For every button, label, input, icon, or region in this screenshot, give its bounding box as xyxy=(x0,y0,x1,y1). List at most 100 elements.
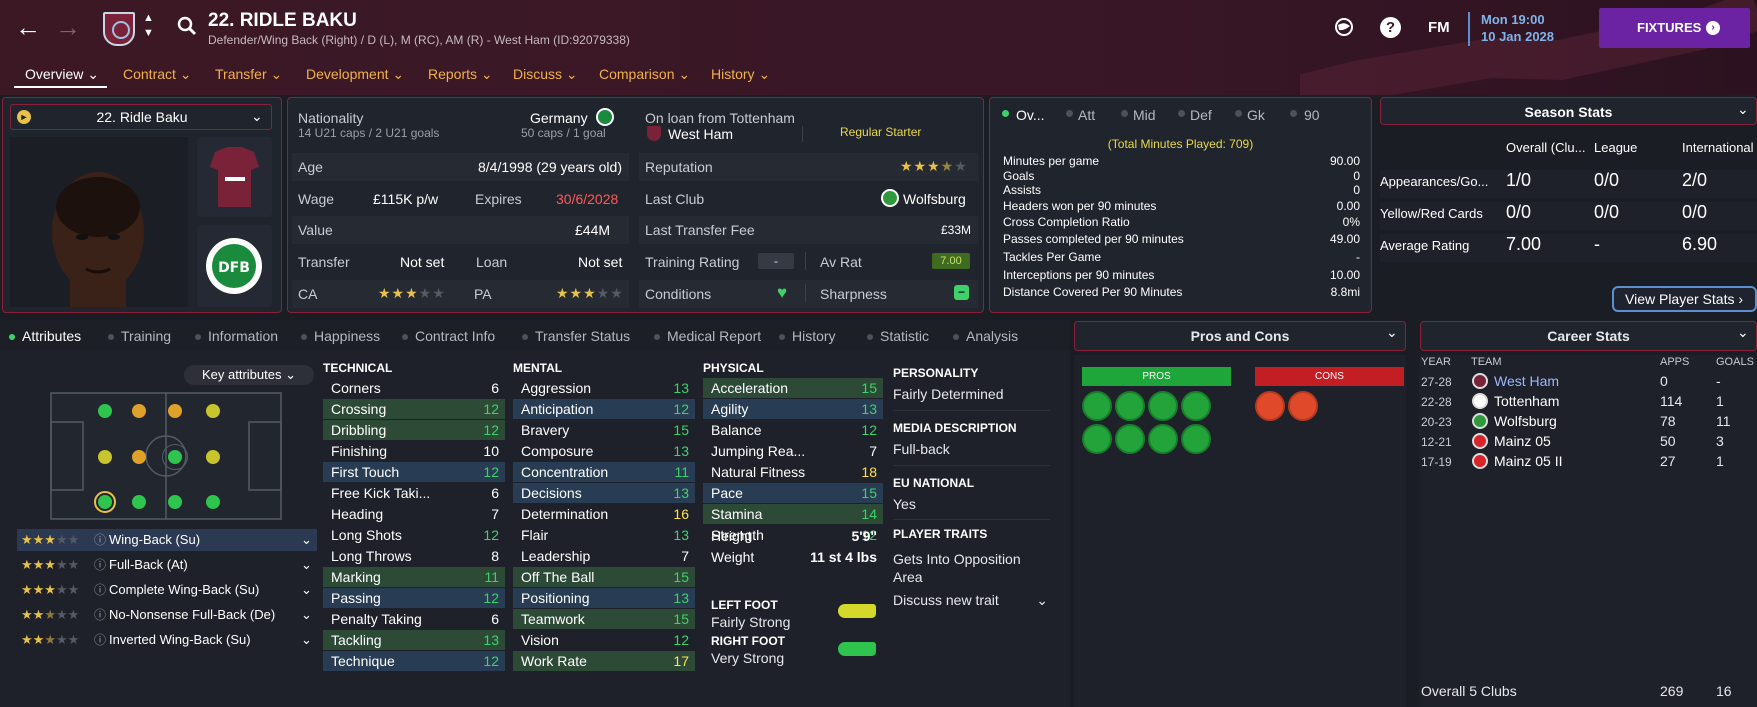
tab-attributes[interactable]: Attributes xyxy=(22,328,81,344)
chevron-up-icon[interactable]: ▲ xyxy=(143,13,154,24)
attribute-row[interactable]: Concentration 11 xyxy=(513,462,695,482)
attribute-row[interactable]: Determination 16 xyxy=(513,504,695,524)
menu-contract[interactable]: Contract ⌄ xyxy=(123,66,192,83)
tab-information[interactable]: Information xyxy=(208,328,278,344)
tab-history[interactable]: History xyxy=(792,328,836,344)
transfer-value[interactable]: Not set xyxy=(400,254,444,270)
nationality-value[interactable]: Germany xyxy=(530,110,588,126)
menu-development[interactable]: Development ⌄ xyxy=(306,66,404,83)
attribute-row[interactable]: Flair 13 xyxy=(513,525,695,545)
back-arrow-icon[interactable]: ← xyxy=(15,12,41,42)
attribute-row[interactable]: Work Rate 17 xyxy=(513,651,695,671)
target-icon[interactable] xyxy=(1082,424,1112,454)
tab-mid[interactable]: Mid xyxy=(1133,107,1156,123)
career-team[interactable]: Wolfsburg xyxy=(1494,413,1557,429)
attribute-row[interactable]: Passing 12 xyxy=(323,588,505,608)
position-dot[interactable] xyxy=(168,495,182,509)
ball-icon[interactable] xyxy=(1181,391,1211,421)
position-dot[interactable] xyxy=(168,404,182,418)
boots-icon[interactable] xyxy=(1148,424,1178,454)
position-dot[interactable] xyxy=(98,450,112,464)
globe-icon[interactable] xyxy=(1334,17,1354,37)
tab-def[interactable]: Def xyxy=(1190,107,1212,123)
tab-overview[interactable]: Ov... xyxy=(1016,107,1045,123)
attribute-row[interactable]: Pace 15 xyxy=(703,483,883,503)
loan-status-value[interactable]: Not set xyxy=(578,254,622,270)
tab-90[interactable]: 90 xyxy=(1304,107,1320,123)
career-team[interactable]: West Ham xyxy=(1494,373,1559,389)
attribute-row[interactable]: Natural Fitness 18 xyxy=(703,462,883,482)
attribute-row[interactable]: Long Throws 8 xyxy=(323,546,505,566)
attribute-row[interactable]: Crossing 12 xyxy=(323,399,505,419)
tab-att[interactable]: Att xyxy=(1078,107,1095,123)
attribute-row[interactable]: Positioning 13 xyxy=(513,588,695,608)
position-dot[interactable] xyxy=(206,495,220,509)
menu-discuss[interactable]: Discuss ⌄ xyxy=(513,66,578,83)
attribute-row[interactable]: Finishing 10 xyxy=(323,441,505,461)
attribute-row[interactable]: Agility 13 xyxy=(703,399,883,419)
career-team[interactable]: Mainz 05 xyxy=(1494,433,1551,449)
attribute-row[interactable]: Free Kick Taki... 6 xyxy=(323,483,505,503)
role-item[interactable]: ★★★★★ ⓘ Full-Back (At) ⌄ xyxy=(17,554,317,576)
attribute-row[interactable]: Stamina 14 xyxy=(703,504,883,524)
tab-analysis[interactable]: Analysis xyxy=(966,328,1018,344)
star-icon[interactable] xyxy=(1148,391,1178,421)
attribute-row[interactable]: Acceleration 15 xyxy=(703,378,883,398)
menu-comparison[interactable]: Comparison ⌄ xyxy=(599,66,690,83)
tab-training[interactable]: Training xyxy=(121,328,171,344)
menu-history[interactable]: History ⌄ xyxy=(711,66,770,83)
chevron-down-icon[interactable]: ▼ xyxy=(143,28,154,39)
attribute-row[interactable]: Long Shots 12 xyxy=(323,525,505,545)
help-icon[interactable]: ? xyxy=(1380,17,1401,38)
loan-club[interactable]: West Ham xyxy=(668,126,733,142)
position-dot[interactable] xyxy=(98,404,112,418)
attribute-row[interactable]: First Touch 12 xyxy=(323,462,505,482)
tab-transfer-status[interactable]: Transfer Status xyxy=(535,328,630,344)
career-team[interactable]: Mainz 05 II xyxy=(1494,453,1562,469)
flag-icon[interactable] xyxy=(1115,391,1145,421)
role-item[interactable]: ★★★★★ ⓘ No-Nonsense Full-Back (De) ⌄ xyxy=(17,604,317,626)
attribute-row[interactable]: Composure 13 xyxy=(513,441,695,461)
fixtures-button[interactable]: FIXTURES › xyxy=(1599,8,1750,48)
forward-arrow-icon[interactable]: → xyxy=(55,12,81,42)
attribute-row[interactable]: Corners 6 xyxy=(323,378,505,398)
position-dot[interactable] xyxy=(206,450,220,464)
dna-icon[interactable] xyxy=(1082,391,1112,421)
last-club-value[interactable]: Wolfsburg xyxy=(903,191,966,207)
pass-icon[interactable] xyxy=(1115,424,1145,454)
attribute-row[interactable]: Bravery 15 xyxy=(513,420,695,440)
role-item[interactable]: ★★★★★ ⓘ Wing-Back (Su) ⌄ xyxy=(17,529,317,551)
tab-medical-report[interactable]: Medical Report xyxy=(667,328,761,344)
position-dot[interactable] xyxy=(132,495,146,509)
menu-reports[interactable]: Reports ⌄ xyxy=(428,66,493,83)
attribute-row[interactable]: Anticipation 12 xyxy=(513,399,695,419)
head-icon[interactable] xyxy=(1181,424,1211,454)
attribute-row[interactable]: Decisions 13 xyxy=(513,483,695,503)
position-dot[interactable] xyxy=(206,404,220,418)
attribute-row[interactable]: Penalty Taking 6 xyxy=(323,609,505,629)
position-dot[interactable] xyxy=(132,450,146,464)
attribute-row[interactable]: Leadership 7 xyxy=(513,546,695,566)
fm-logo[interactable]: FM xyxy=(1428,19,1450,36)
attribute-row[interactable]: Heading 7 xyxy=(323,504,505,524)
attribute-row[interactable]: Technique 12 xyxy=(323,651,505,671)
tab-happiness[interactable]: Happiness xyxy=(314,328,380,344)
chevron-down-icon[interactable]: ⌄ xyxy=(1737,324,1749,341)
key-attributes-dropdown[interactable]: Key attributes ⌄ xyxy=(184,365,314,385)
role-item[interactable]: ★★★★★ ⓘ Inverted Wing-Back (Su) ⌄ xyxy=(17,629,317,651)
attribute-row[interactable]: Jumping Rea... 7 xyxy=(703,441,883,461)
wage-value[interactable]: £115K p/w xyxy=(373,191,438,207)
kick-icon[interactable] xyxy=(1255,391,1285,421)
attribute-row[interactable]: Off The Ball 15 xyxy=(513,567,695,587)
header-ball-icon[interactable] xyxy=(1288,391,1318,421)
view-player-stats-button[interactable]: View Player Stats › xyxy=(1612,286,1757,312)
tab-statistic[interactable]: Statistic xyxy=(880,328,929,344)
discuss-new-trait-button[interactable]: Discuss new trait ⌄ xyxy=(893,592,1048,608)
chevron-down-icon[interactable]: ⌄ xyxy=(1737,101,1749,118)
attribute-row[interactable]: Marking 11 xyxy=(323,567,505,587)
tab-gk[interactable]: Gk xyxy=(1247,107,1265,123)
attribute-row[interactable]: Vision 12 xyxy=(513,630,695,650)
career-team[interactable]: Tottenham xyxy=(1494,393,1559,409)
chevron-down-icon[interactable]: ⌄ xyxy=(1386,324,1398,341)
attribute-row[interactable]: Aggression 13 xyxy=(513,378,695,398)
